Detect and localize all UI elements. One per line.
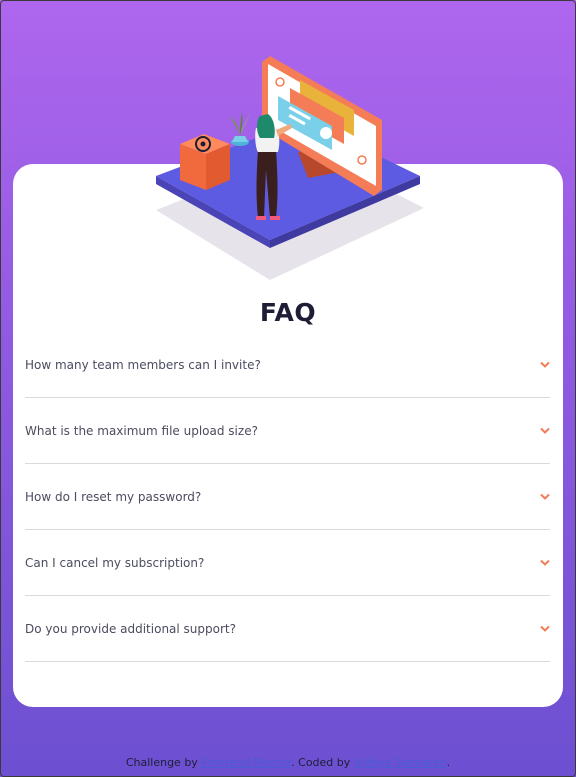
chevron-down-icon[interactable] bbox=[540, 625, 550, 633]
faq-accordion: How many team members can I invite? What… bbox=[25, 333, 550, 663]
faq-item[interactable]: How many team members can I invite? bbox=[25, 333, 550, 398]
faq-question[interactable]: How do I reset my password? bbox=[25, 490, 201, 504]
attribution-suffix: . bbox=[446, 756, 451, 769]
chevron-down-icon[interactable] bbox=[540, 427, 550, 435]
faq-question[interactable]: How many team members can I invite? bbox=[25, 358, 261, 372]
author-link[interactable]: Vidhya Sankaran bbox=[354, 756, 447, 769]
chevron-down-icon[interactable] bbox=[540, 493, 550, 501]
faq-question[interactable]: Can I cancel my subscription? bbox=[25, 556, 204, 570]
faq-item[interactable]: What is the maximum file upload size? bbox=[25, 399, 550, 464]
attribution-middle: . Coded by bbox=[291, 756, 351, 769]
at-sign-icon bbox=[180, 134, 230, 190]
frontend-mentor-link[interactable]: Frontend Mentor bbox=[201, 756, 291, 769]
faq-title: FAQ bbox=[259, 298, 317, 327]
attribution-footer: Challenge by Frontend Mentor. Coded by V… bbox=[0, 756, 576, 769]
woman-online-illustration bbox=[156, 56, 424, 280]
attribution-prefix: Challenge by bbox=[125, 756, 198, 769]
chevron-down-icon[interactable] bbox=[540, 559, 550, 567]
faq-item[interactable]: How do I reset my password? bbox=[25, 465, 550, 530]
chevron-down-icon[interactable] bbox=[540, 361, 550, 369]
faq-question[interactable]: What is the maximum file upload size? bbox=[25, 424, 258, 438]
faq-question[interactable]: Do you provide additional support? bbox=[25, 622, 236, 636]
faq-item[interactable]: Do you provide additional support? bbox=[25, 597, 550, 662]
faq-item[interactable]: Can I cancel my subscription? bbox=[25, 531, 550, 596]
